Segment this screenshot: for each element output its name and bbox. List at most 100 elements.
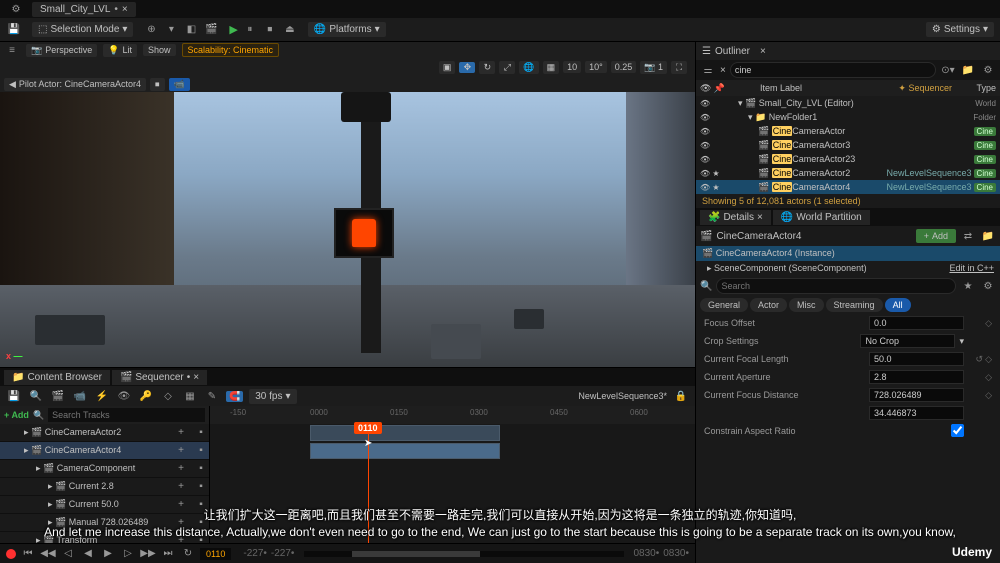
eject-icon[interactable]: ⏏: [282, 22, 298, 38]
seq-search-input[interactable]: [48, 408, 205, 422]
seq-save-icon[interactable]: 💾: [6, 388, 22, 404]
selection-mode-dropdown[interactable]: ⬚ Selection Mode ▾: [32, 22, 133, 37]
add-component-button[interactable]: + Add: [916, 229, 956, 243]
coord-toggle[interactable]: 🌐: [519, 61, 538, 74]
cinematics-icon[interactable]: 🎬: [203, 22, 219, 38]
track-options-icon[interactable]: +: [173, 515, 189, 531]
track-options-icon[interactable]: +: [173, 533, 189, 544]
seq-find-icon[interactable]: 🔍: [28, 388, 44, 404]
loop-icon[interactable]: ↻: [180, 546, 196, 562]
perspective-dropdown[interactable]: 📷 Perspective: [26, 44, 97, 57]
track-options-icon[interactable]: +: [173, 425, 189, 441]
scalability-chip[interactable]: Scalability: Cinematic: [182, 43, 280, 57]
outliner-row[interactable]: 👁 ▾ 📁 NewFolder1Folder: [696, 110, 1000, 124]
sequencer-tab[interactable]: 🎬 Sequencer • ×: [112, 370, 207, 385]
filter-general[interactable]: General: [700, 298, 748, 312]
timeline-scrollbar[interactable]: [304, 551, 623, 557]
settings-dropdown[interactable]: ⚙ Settings ▾: [926, 22, 994, 37]
range-start-2[interactable]: -227•: [271, 548, 295, 559]
select-tool[interactable]: ▣: [439, 61, 456, 74]
playhead[interactable]: 0110 ➤: [368, 424, 369, 543]
track-mute-icon[interactable]: ▪: [193, 479, 209, 495]
prop-dropdown[interactable]: No Crop: [860, 334, 955, 348]
keyframe-icon[interactable]: ◇: [985, 390, 992, 401]
track-row[interactable]: ▸ 🎬 Manual 728.026489+▪: [0, 514, 209, 532]
world-partition-tab[interactable]: 🌐 World Partition: [773, 210, 870, 225]
details-settings-icon[interactable]: ⚙: [980, 278, 996, 294]
fav-icon[interactable]: ★: [960, 278, 976, 294]
close-icon[interactable]: ×: [122, 4, 128, 15]
close-icon[interactable]: ×: [757, 212, 763, 223]
track-mute-icon[interactable]: ▪: [193, 515, 209, 531]
track-row[interactable]: ▸ 🎬 CameraComponent+▪: [0, 460, 209, 478]
prop-input[interactable]: [869, 388, 964, 402]
seq-fps-dropdown[interactable]: 30 fps ▾: [249, 389, 296, 404]
blueprints-icon[interactable]: ◧: [183, 22, 199, 38]
outliner-row[interactable]: 👁 ★🎬 CineCameraActor4NewLevelSequence3Ci…: [696, 180, 1000, 194]
track-mute-icon[interactable]: ▪: [193, 497, 209, 513]
seq-camera-icon[interactable]: 📹: [72, 388, 88, 404]
play-icon[interactable]: ▶: [229, 23, 237, 36]
current-frame-field[interactable]: 0110: [200, 548, 231, 560]
clear-search-icon[interactable]: ×: [720, 65, 726, 76]
edit-cpp-link[interactable]: Edit in C++: [949, 263, 994, 274]
range-end-1[interactable]: 0830•: [634, 548, 660, 559]
outliner-row[interactable]: 👁 ★🎬 CineCameraActor2NewLevelSequence3Ci…: [696, 166, 1000, 180]
track-options-icon[interactable]: +: [173, 479, 189, 495]
outliner-settings-icon[interactable]: ⚙: [980, 62, 996, 78]
viewport[interactable]: x —: [0, 92, 695, 367]
next-key-icon[interactable]: ▶▶: [140, 546, 156, 562]
item-label-col[interactable]: Item Label: [732, 83, 894, 93]
timeline-body[interactable]: 0110 ➤: [210, 424, 695, 543]
track-row[interactable]: ▸ 🎬 Current 50.0+▪: [0, 496, 209, 514]
range-end-2[interactable]: 0830•: [663, 548, 689, 559]
scene-component-row[interactable]: ▸ SceneComponent (SceneComponent) Edit i…: [696, 261, 1000, 276]
prop-input[interactable]: [869, 370, 964, 384]
record-button[interactable]: [6, 549, 16, 559]
step-fwd-icon[interactable]: ▷: [120, 546, 136, 562]
filter-icon[interactable]: ⚌: [700, 62, 716, 78]
browse-icon[interactable]: ⇄: [960, 228, 976, 244]
seq-curve-icon[interactable]: ✎: [204, 388, 220, 404]
seq-actions-icon[interactable]: ⚡: [94, 388, 110, 404]
keyframe-icon[interactable]: ◇: [985, 354, 992, 365]
track-options-icon[interactable]: +: [173, 461, 189, 477]
timeline-ruler[interactable]: -150 0000 0150 0300 0450 0600 0750: [210, 406, 695, 424]
viewport-max-icon[interactable]: ⛶: [671, 61, 687, 74]
scale-tool[interactable]: ⤢: [499, 61, 515, 74]
outliner-row[interactable]: 👁 🎬 CineCameraActor23Cine: [696, 152, 1000, 166]
stop-icon[interactable]: ⏹: [262, 22, 278, 38]
instance-row[interactable]: 🎬 CineCameraActor4 (Instance): [696, 246, 1000, 261]
seq-render-icon[interactable]: 🎬: [50, 388, 66, 404]
prev-key-icon[interactable]: ◀◀: [40, 546, 56, 562]
pilot-chip[interactable]: ◀ Pilot Actor: CineCameraActor4: [4, 78, 146, 91]
scale-snap[interactable]: 0.25: [611, 61, 637, 73]
step-back-icon[interactable]: ◁: [60, 546, 76, 562]
add-content-icon[interactable]: ⊕: [143, 22, 159, 38]
track-options-icon[interactable]: +: [173, 497, 189, 513]
lit-dropdown[interactable]: 💡 Lit: [103, 44, 137, 57]
track-row[interactable]: ▸ 🎬 Transform+▪: [0, 532, 209, 543]
level-tab[interactable]: Small_City_LVL • ×: [32, 2, 136, 17]
track-options-icon[interactable]: +: [173, 443, 189, 459]
timeline-clip[interactable]: [310, 425, 500, 441]
keyframe-icon[interactable]: ◇: [985, 372, 992, 383]
go-start-icon[interactable]: ⏮: [20, 546, 36, 562]
seq-breadcrumb[interactable]: NewLevelSequence3*: [578, 391, 667, 401]
stop-pilot-icon[interactable]: ⏹: [150, 78, 165, 91]
track-mute-icon[interactable]: ▪: [193, 443, 209, 459]
filter-misc[interactable]: Misc: [789, 298, 824, 312]
filter-streaming[interactable]: Streaming: [826, 298, 883, 312]
seq-add-button[interactable]: + Add: [4, 410, 29, 420]
play-fwd-icon[interactable]: ▶: [100, 546, 116, 562]
play-rev-icon[interactable]: ◀: [80, 546, 96, 562]
snap-toggle[interactable]: ▦: [543, 61, 560, 74]
viewport-menu-icon[interactable]: ≡: [4, 42, 20, 58]
outliner-row[interactable]: 👁 🎬 CineCameraActor3Cine: [696, 138, 1000, 152]
close-icon[interactable]: ×: [760, 46, 766, 57]
keyframe-icon[interactable]: ◇: [985, 318, 992, 329]
seq-key-icon[interactable]: 🔑: [138, 388, 154, 404]
new-folder-icon[interactable]: 📁: [960, 62, 976, 78]
filter-all[interactable]: All: [885, 298, 911, 312]
grid-snap[interactable]: 10: [563, 61, 581, 73]
